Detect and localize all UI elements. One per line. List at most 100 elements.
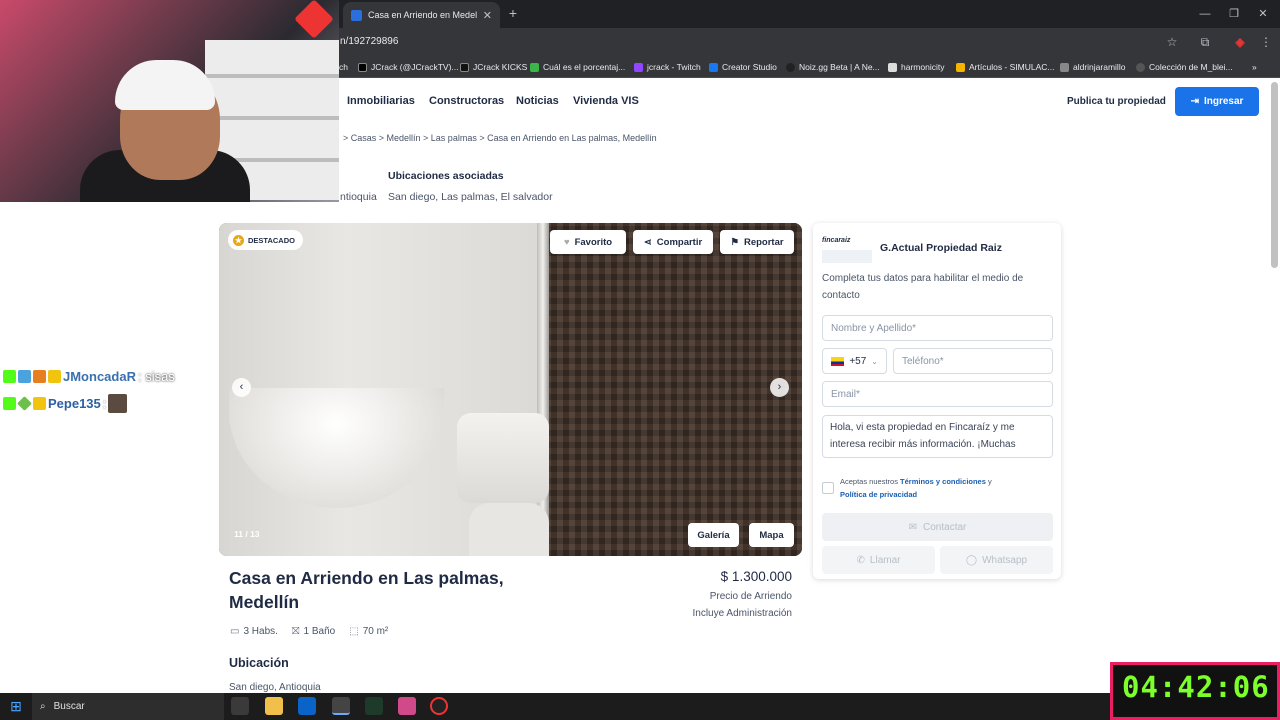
tab-title: Casa en Arriendo en Medellín, L (368, 10, 477, 20)
bookmarks-overflow-icon[interactable]: » (1252, 61, 1257, 73)
obs-icon[interactable] (430, 697, 448, 715)
profile-icon[interactable]: ◈ (1232, 34, 1248, 50)
webcam-overlay (0, 0, 339, 202)
photo-toilet-bowl (469, 503, 549, 556)
close-tab-icon[interactable]: ✕ (483, 9, 492, 22)
bookmark-item[interactable]: Noiz.gg Beta | A Ne... (786, 61, 880, 73)
call-button[interactable]: ✆ Llamar (822, 546, 935, 574)
new-tab-button[interactable]: + (505, 5, 521, 21)
bookmark-item[interactable]: Colección de M_blei... (1136, 61, 1233, 73)
previous-photo-button[interactable]: ‹ (232, 378, 251, 397)
featured-badge: ★ DESTACADO (228, 230, 303, 250)
drive-icon (956, 62, 965, 72)
terms-checkbox[interactable] (822, 482, 834, 494)
publish-property-link[interactable]: Publica tu propiedad (1067, 96, 1166, 107)
gallery-button[interactable]: Galería (688, 523, 739, 547)
restore-icon[interactable]: ❐ (1225, 6, 1243, 22)
taskbar-search[interactable]: ⌕ Buscar (32, 693, 224, 720)
bookmark-item[interactable]: aldrinjaramillo (1060, 61, 1125, 73)
image-icon (888, 62, 897, 72)
menu-icon[interactable]: ⋮ (1258, 34, 1274, 50)
close-window-icon[interactable]: ✕ (1254, 6, 1272, 22)
associated-locations-value[interactable]: San diego, Las palmas, El salvador (388, 191, 553, 203)
facebook-icon (709, 62, 718, 72)
chat-username: Pepe135 (48, 395, 101, 411)
diamond-icon (17, 395, 32, 411)
bookmark-item[interactable]: jcrack - Twitch (634, 61, 701, 73)
bookmark-item[interactable]: ch (339, 61, 348, 73)
nav-vivienda-vis[interactable]: Vivienda VIS (573, 95, 639, 107)
associated-locations-heading: Ubicaciones asociadas (388, 170, 504, 182)
x-icon (358, 62, 367, 72)
file-explorer-icon[interactable] (265, 697, 283, 715)
phone-input[interactable]: Teléfono* (893, 348, 1053, 374)
login-button[interactable]: ⇥ Ingresar (1175, 87, 1259, 116)
property-photo[interactable] (219, 223, 802, 556)
flag-icon: ⚑ (730, 236, 739, 248)
location-value: San diego, Antioquia (229, 682, 321, 693)
message-textarea[interactable]: Hola, vi esta propiedad en Fincaraíz y m… (822, 415, 1053, 458)
app-icon[interactable] (365, 697, 383, 715)
bookmark-item[interactable]: JCrack (@JCrackTV)... (358, 61, 459, 73)
address-bar[interactable]: n/192729896 (340, 36, 398, 47)
mail-icon: ✉ (908, 521, 918, 533)
whatsapp-icon: ◯ (965, 554, 978, 566)
bookmark-item[interactable]: JCrack KICKS (460, 61, 527, 73)
share-icon: ⋖ (643, 236, 652, 248)
whatsapp-button[interactable]: ◯ Whatsapp (940, 546, 1053, 574)
browser-tab-active[interactable]: Casa en Arriendo en Medellín, L ✕ (343, 2, 500, 28)
webcam-logo-icon (294, 0, 334, 39)
bookmark-star-icon[interactable]: ☆ (1164, 34, 1180, 50)
timer-text: 04:42:06 (1122, 670, 1270, 704)
chevron-down-icon: ⌄ (871, 356, 878, 366)
bed-icon: ▭ (230, 626, 240, 637)
nav-noticias[interactable]: Noticias (516, 95, 559, 107)
colombia-flag-icon (831, 356, 845, 366)
report-button[interactable]: ⚑ Reportar (720, 230, 794, 254)
agent-name[interactable]: G.Actual Propiedad Raiz (880, 242, 1002, 254)
contact-intro: Completa tus datos para habilitar el med… (822, 273, 1024, 301)
nav-inmobiliarias[interactable]: Inmobiliarias (347, 95, 415, 107)
task-view-icon[interactable] (231, 697, 249, 715)
page-scrollbar[interactable] (1271, 82, 1278, 268)
site-favicon-icon (351, 9, 362, 21)
bookmark-item[interactable]: Cuál es el porcentaj... (530, 61, 625, 73)
next-photo-button[interactable]: › (770, 378, 789, 397)
app-icon[interactable] (398, 697, 416, 715)
favorite-button[interactable]: ♥ Favorito (550, 230, 626, 254)
area-icon: ⬚ (349, 626, 359, 637)
bookmark-item[interactable]: Creator Studio (709, 61, 777, 73)
photo-toilet-tank (457, 413, 549, 503)
price-label: Precio de Arriendo (709, 591, 792, 602)
extensions-icon[interactable]: ⧉ (1197, 34, 1213, 50)
nav-constructoras[interactable]: Constructoras (429, 95, 504, 107)
search-icon: ⌕ (40, 701, 46, 712)
chat-username: JMoncadaR (63, 368, 136, 384)
photo-tile-grid (539, 223, 802, 556)
terms-link[interactable]: Términos y condiciones (900, 477, 986, 486)
contact-button[interactable]: ✉ Contactar (822, 513, 1053, 541)
location-heading: Ubicación (229, 656, 289, 670)
share-button[interactable]: ⋖ Compartir (633, 230, 713, 254)
minimize-icon[interactable]: — (1196, 6, 1214, 22)
chrome-icon[interactable] (332, 697, 350, 715)
webcam-cap (115, 60, 215, 110)
listing-price: $ 1.300.000 (720, 569, 792, 584)
bookmark-item[interactable]: Artículos - SIMULAC... (956, 61, 1055, 73)
privacy-link[interactable]: Política de privacidad (840, 490, 917, 499)
phone-code-select[interactable]: +57 ⌄ (822, 348, 887, 374)
bathrooms-feature: ⛝ 1 Baño (291, 626, 336, 637)
twitch-icon (634, 62, 643, 72)
email-input[interactable]: Email* (822, 381, 1053, 407)
outlook-icon[interactable] (298, 697, 316, 715)
windows-start-icon[interactable]: ⊞ (0, 693, 32, 720)
breadcrumb[interactable]: > Casas > Medellín > Las palmas > Casa e… (343, 133, 657, 143)
bookmark-item[interactable]: harmonicity (888, 61, 944, 73)
noiz-icon (786, 62, 795, 72)
map-button[interactable]: Mapa (749, 523, 794, 547)
name-input[interactable]: Nombre y Apellido* (822, 315, 1053, 341)
listing-title: Casa en Arriendo en Las palmas, Medellín (229, 568, 504, 612)
chat-text: : (102, 395, 107, 411)
photo-counter: 11 / 13 (234, 529, 260, 539)
chat-text: : sisas (137, 368, 175, 384)
